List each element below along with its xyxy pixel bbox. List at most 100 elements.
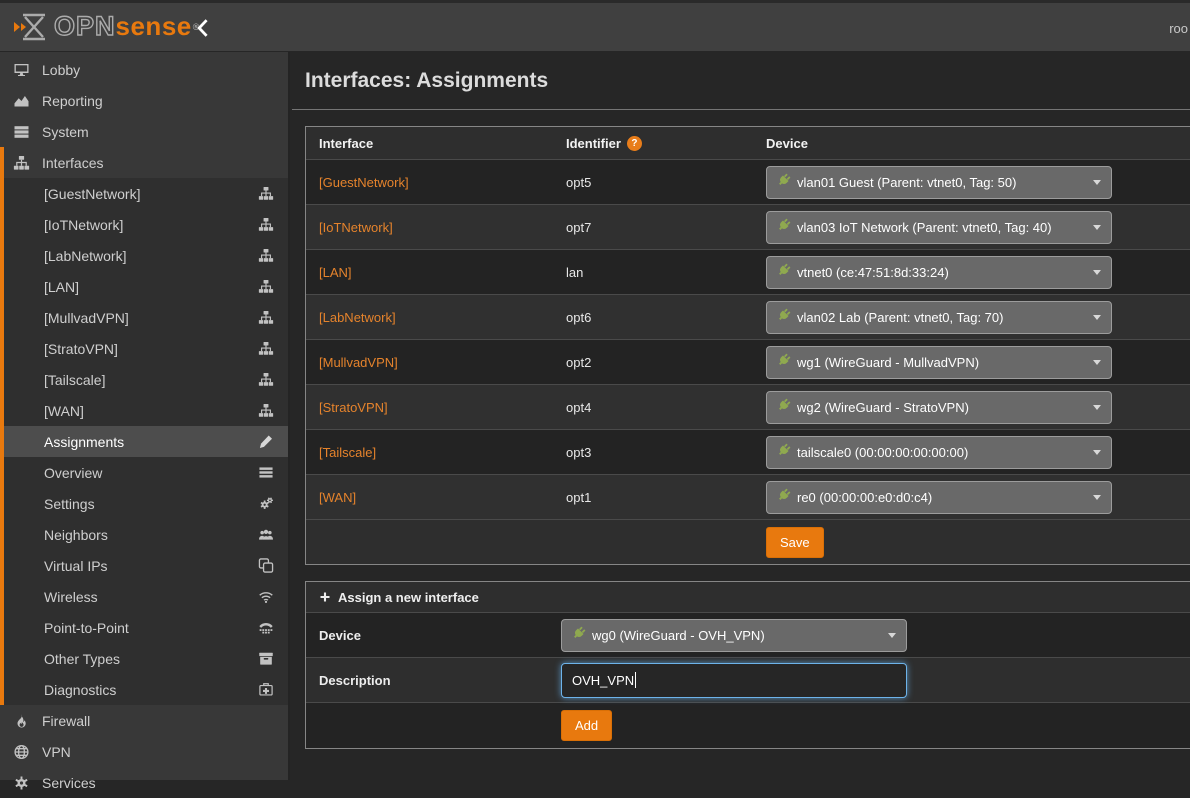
device-select[interactable]: vlan02 Lab (Parent: vtnet0, Tag: 70) — [766, 301, 1112, 334]
device-select-value: vlan03 IoT Network (Parent: vtnet0, Tag:… — [797, 220, 1052, 235]
device-select[interactable]: wg1 (WireGuard - MullvadVPN) — [766, 346, 1112, 379]
sidebar-item-lobby[interactable]: Lobby — [0, 54, 288, 85]
device-select-value: wg0 (WireGuard - OVH_VPN) — [592, 628, 765, 643]
sidebar-item-label: [LabNetwork] — [44, 248, 126, 264]
save-button[interactable]: Save — [766, 527, 824, 558]
sidebar-item-guestnetwork[interactable]: [GuestNetwork] — [4, 178, 288, 209]
plug-icon — [776, 173, 791, 191]
sidebar-item-lan[interactable]: [LAN] — [4, 271, 288, 302]
medkit-icon — [258, 682, 275, 698]
chevron-down-icon — [1093, 495, 1101, 500]
sidebar-collapse-icon[interactable] — [196, 19, 209, 42]
interface-link[interactable]: [GuestNetwork] — [319, 175, 409, 190]
identifier-value: opt6 — [566, 310, 591, 325]
sidebar-item-wireless[interactable]: Wireless — [4, 581, 288, 612]
sitemap-icon — [258, 248, 275, 264]
sidebar-item-overview[interactable]: Overview — [4, 457, 288, 488]
sidebar-item-mullvadvpn[interactable]: [MullvadVPN] — [4, 302, 288, 333]
device-select[interactable]: vtnet0 (ce:47:51:8d:33:24) — [766, 256, 1112, 289]
device-select[interactable]: vlan03 IoT Network (Parent: vtnet0, Tag:… — [766, 211, 1112, 244]
assignments-rows: [GuestNetwork] opt5 vlan01 Guest (Parent… — [306, 159, 1190, 519]
page-title-band: Interfaces: Assignments — [292, 52, 1190, 110]
sidebar-item-label: Overview — [44, 465, 102, 481]
add-button[interactable]: Add — [561, 710, 612, 741]
sidebar-item-label: Diagnostics — [44, 682, 116, 698]
device-select[interactable]: re0 (00:00:00:e0:d0:c4) — [766, 481, 1112, 514]
sidebar-item-label: [MullvadVPN] — [44, 310, 129, 326]
sidebar-item-label: Point-to-Point — [44, 620, 129, 636]
sitemap-icon — [258, 279, 275, 295]
sidebar-item-neighbors[interactable]: Neighbors — [4, 519, 288, 550]
sidebar: Lobby Reporting System Interfaces [Guest… — [0, 52, 290, 780]
globe-icon — [13, 744, 31, 760]
interface-link[interactable]: [StratoVPN] — [319, 400, 388, 415]
identifier-value: opt5 — [566, 175, 591, 190]
device-label: Device — [306, 628, 561, 643]
device-select-value: re0 (00:00:00:e0:d0:c4) — [797, 490, 932, 505]
assignments-table: Interface Identifier ? Device [GuestNetw… — [305, 126, 1190, 565]
tty-icon — [258, 620, 275, 636]
sidebar-item-interfaces[interactable]: Interfaces — [4, 147, 288, 178]
new-device-select[interactable]: wg0 (WireGuard - OVH_VPN) — [561, 619, 907, 652]
sidebar-item-iotnetwork[interactable]: [IoTNetwork] — [4, 209, 288, 240]
chevron-down-icon — [1093, 360, 1101, 365]
sidebar-item-services[interactable]: Services — [0, 767, 288, 798]
table-row: [GuestNetwork] opt5 vlan01 Guest (Parent… — [306, 159, 1190, 204]
interface-link[interactable]: [MullvadVPN] — [319, 355, 398, 370]
logo-text-opn: OPN — [54, 11, 116, 42]
sidebar-item-label: Firewall — [42, 713, 90, 729]
sidebar-item-tailscale[interactable]: [Tailscale] — [4, 364, 288, 395]
interface-link[interactable]: [WAN] — [319, 490, 356, 505]
sidebar-item-system[interactable]: System — [0, 116, 288, 147]
sidebar-item-wan[interactable]: [WAN] — [4, 395, 288, 426]
sidebar-item-label: System — [42, 124, 89, 140]
page-title: Interfaces: Assignments — [305, 69, 548, 93]
add-row: Add — [306, 702, 1190, 748]
new-interface-header: Assign a new interface — [306, 582, 1190, 612]
sidebar-item-label: Settings — [44, 496, 95, 512]
device-select-value: wg2 (WireGuard - StratoVPN) — [797, 400, 969, 415]
identifier-help-icon[interactable]: ? — [627, 136, 642, 151]
sitemap-icon — [258, 403, 275, 419]
device-select[interactable]: vlan01 Guest (Parent: vtnet0, Tag: 50) — [766, 166, 1112, 199]
new-interface-panel: Assign a new interface Device wg0 (WireG… — [305, 581, 1190, 749]
device-select-value: vtnet0 (ce:47:51:8d:33:24) — [797, 265, 949, 280]
sidebar-item-label: [IoTNetwork] — [44, 217, 123, 233]
area-chart-icon — [13, 93, 31, 109]
sidebar-item-diagnostics[interactable]: Diagnostics — [4, 674, 288, 705]
sitemap-icon — [13, 155, 31, 171]
plug-icon — [571, 626, 586, 644]
top-header-bar: OPNsense® roo — [0, 0, 1190, 52]
sidebar-item-vpn[interactable]: VPN — [0, 736, 288, 767]
device-select[interactable]: tailscale0 (00:00:00:00:00:00) — [766, 436, 1112, 469]
wifi-icon — [258, 589, 275, 605]
sidebar-item-label: Assignments — [44, 434, 124, 450]
identifier-value: opt4 — [566, 400, 591, 415]
column-header-device: Device — [766, 136, 1190, 151]
save-row: Save — [306, 519, 1190, 564]
sidebar-item-point-to-point[interactable]: Point-to-Point — [4, 612, 288, 643]
interface-link[interactable]: [LAN] — [319, 265, 352, 280]
archive-icon — [258, 651, 275, 667]
sidebar-item-reporting[interactable]: Reporting — [0, 85, 288, 116]
interface-link[interactable]: [LabNetwork] — [319, 310, 396, 325]
sidebar-item-assignments[interactable]: Assignments — [4, 426, 288, 457]
plug-icon — [776, 443, 791, 461]
logged-in-user[interactable]: roo — [1169, 21, 1188, 36]
chevron-down-icon — [888, 633, 896, 638]
interface-link[interactable]: [Tailscale] — [319, 445, 376, 460]
opnsense-logo[interactable]: OPNsense® — [14, 11, 199, 42]
device-select[interactable]: wg2 (WireGuard - StratoVPN) — [766, 391, 1112, 424]
sidebar-item-virtual-ips[interactable]: Virtual IPs — [4, 550, 288, 581]
pencil-icon — [258, 434, 275, 450]
plus-icon — [319, 591, 331, 603]
sidebar-item-stratovpn[interactable]: [StratoVPN] — [4, 333, 288, 364]
sidebar-item-other-types[interactable]: Other Types — [4, 643, 288, 674]
sidebar-item-firewall[interactable]: Firewall — [0, 705, 288, 736]
chevron-down-icon — [1093, 315, 1101, 320]
sidebar-item-labnetwork[interactable]: [LabNetwork] — [4, 240, 288, 271]
sidebar-item-settings[interactable]: Settings — [4, 488, 288, 519]
description-input[interactable]: OVH_VPN — [561, 663, 907, 698]
new-interface-device-row: Device wg0 (WireGuard - OVH_VPN) — [306, 612, 1190, 657]
interface-link[interactable]: [IoTNetwork] — [319, 220, 393, 235]
